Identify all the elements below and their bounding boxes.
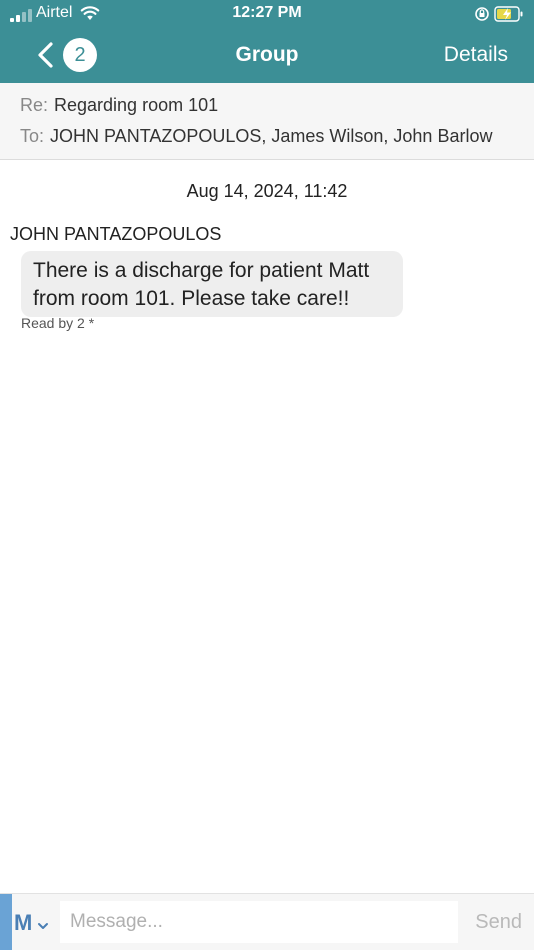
message-input[interactable] bbox=[60, 901, 458, 943]
message-header-panel: Re: Regarding room 101 To: JOHN PANTAZOPOU… bbox=[0, 83, 534, 160]
screen: Airtel 12:27 PM 2 Group Details Re: Rega… bbox=[0, 0, 534, 950]
compose-bar: M Send bbox=[0, 893, 534, 950]
subject-label: Re: bbox=[20, 95, 49, 115]
recipients-label: To: bbox=[20, 126, 45, 146]
send-button[interactable]: Send bbox=[475, 911, 522, 934]
recipients-row: To: JOHN PANTAZOPOULOS, James Wilson, Joh… bbox=[20, 126, 492, 147]
date-separator: Aug 14, 2024, 11:42 bbox=[186, 181, 348, 201]
recipients-text: JOHN PANTAZOPOULOS, James Wilson, John B… bbox=[50, 126, 493, 146]
format-selector-button[interactable]: M bbox=[14, 910, 32, 936]
battery-charging-icon bbox=[494, 6, 524, 27]
message-bubble[interactable]: There is a discharge for patient Matt fr… bbox=[21, 251, 403, 317]
status-time: 12:27 PM bbox=[232, 4, 302, 21]
subject-text: Regarding room 101 bbox=[54, 95, 219, 115]
navigation-bar: 2 Group Details bbox=[0, 28, 534, 83]
orientation-lock-icon bbox=[474, 6, 490, 27]
subject-row: Re: Regarding room 101 bbox=[20, 95, 218, 116]
read-receipt[interactable]: Read by 2 * bbox=[21, 315, 94, 331]
compose-accent-strip bbox=[0, 894, 12, 950]
chevron-down-icon[interactable] bbox=[37, 917, 49, 935]
status-bar: Airtel 12:27 PM bbox=[0, 0, 534, 28]
message-sender: JOHN PANTAZOPOULOS bbox=[10, 224, 222, 244]
details-button[interactable]: Details bbox=[444, 43, 508, 67]
